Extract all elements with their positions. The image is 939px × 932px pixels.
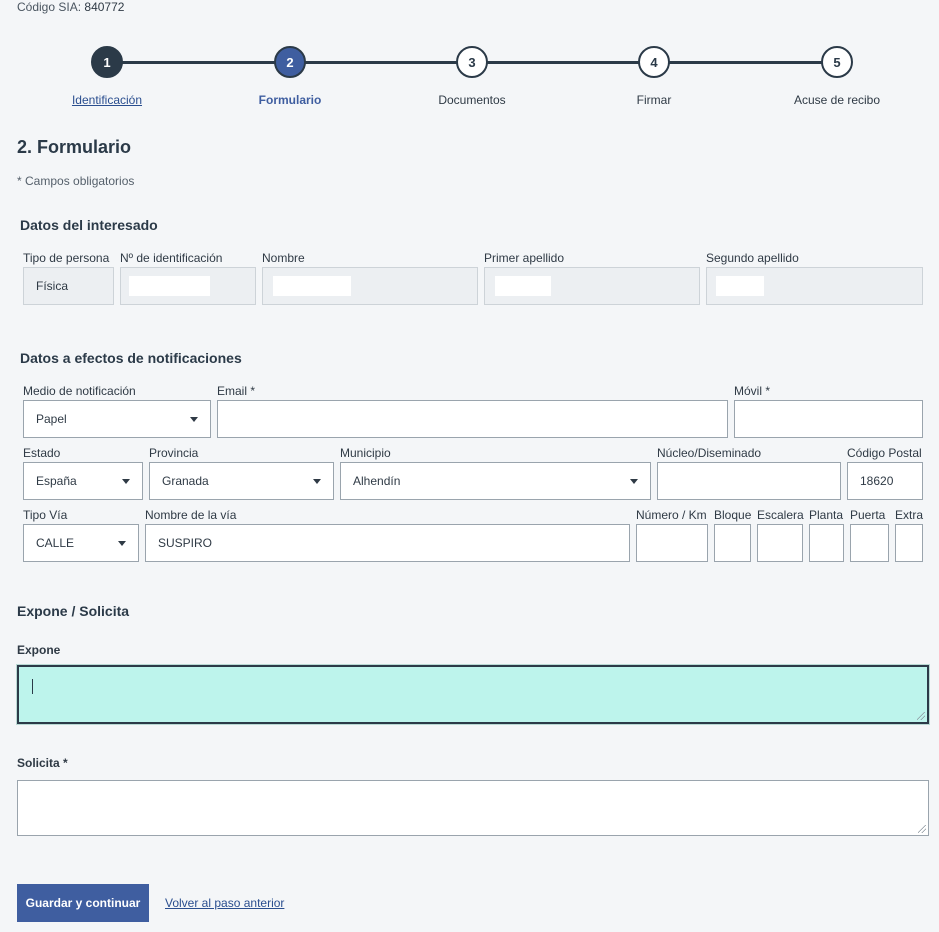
codigo-postal-label: Código Postal	[847, 446, 922, 460]
email-input[interactable]	[217, 400, 728, 438]
nombre-field	[262, 267, 478, 305]
step-2-label: Formulario	[258, 93, 322, 107]
tipo-via-select[interactable]: CALLE	[23, 524, 139, 562]
tipo-via-label: Tipo Vía	[23, 508, 68, 522]
planta-label: Planta	[809, 508, 844, 522]
email-label: Email *	[217, 384, 256, 398]
step-1-link[interactable]: Identificación	[27, 93, 187, 107]
back-link[interactable]: Volver al paso anterior	[165, 896, 284, 910]
nombre-via-value: SUSPIRO	[158, 536, 213, 550]
expone-textarea[interactable]	[17, 665, 929, 724]
redacted-block	[129, 276, 210, 296]
solicita-textarea[interactable]	[17, 780, 929, 836]
identificacion-label: Nº de identificación	[120, 251, 223, 265]
section-title-expone-solicita: Expone / Solicita	[17, 603, 130, 619]
section-title-notificaciones: Datos a efectos de notificaciones	[20, 350, 242, 366]
estado-select[interactable]: España	[23, 462, 143, 500]
municipio-select[interactable]: Alhendín	[340, 462, 651, 500]
municipio-value: Alhendín	[353, 474, 401, 488]
numero-label: Número / Km	[636, 508, 707, 522]
resize-handle-icon[interactable]	[918, 825, 926, 833]
caret-down-icon	[190, 417, 198, 422]
planta-input[interactable]	[809, 524, 844, 562]
stepper-line-done	[107, 61, 290, 64]
segundo-apellido-label: Segundo apellido	[706, 251, 799, 265]
expone-label: Expone	[17, 643, 61, 657]
primer-apellido-label: Primer apellido	[484, 251, 565, 265]
tipo-via-value: CALLE	[36, 536, 75, 550]
segundo-apellido-field	[706, 267, 923, 305]
medio-select[interactable]: Papel	[23, 400, 211, 438]
sia-label: Código SIA:	[17, 0, 82, 14]
required-note: * Campos obligatorios	[17, 174, 135, 188]
page-title: 2. Formulario	[17, 137, 132, 157]
resize-handle-icon[interactable]	[917, 712, 925, 720]
step-4-label: Firmar	[636, 93, 672, 107]
nucleo-label: Núcleo/Diseminado	[657, 446, 762, 460]
step-1-circle[interactable]: 1	[91, 46, 123, 78]
sia-value: 840772	[84, 0, 125, 14]
redacted-block	[716, 276, 764, 296]
redacted-block	[495, 276, 551, 296]
step-5-circle: 5	[821, 46, 853, 78]
nucleo-input[interactable]	[657, 462, 841, 500]
caret-down-icon	[630, 479, 638, 484]
extra-label: Extra	[895, 508, 924, 522]
step-4-circle: 4	[638, 46, 670, 78]
caret-down-icon	[118, 541, 126, 546]
primer-apellido-field	[484, 267, 700, 305]
escalera-input[interactable]	[757, 524, 803, 562]
nombre-via-label: Nombre de la vía	[145, 508, 237, 522]
redacted-block	[273, 276, 351, 296]
medio-value: Papel	[36, 412, 67, 426]
provincia-label: Provincia	[149, 446, 199, 460]
bloque-input[interactable]	[714, 524, 751, 562]
caret-down-icon	[122, 479, 130, 484]
tipo-persona-field: Física	[23, 267, 114, 305]
save-continue-button[interactable]: Guardar y continuar	[17, 884, 149, 922]
escalera-label: Escalera	[757, 508, 804, 522]
tipo-persona-value: Física	[36, 279, 69, 293]
sia-code: Código SIA: 840772	[17, 0, 124, 14]
caret-down-icon	[313, 479, 321, 484]
estado-label: Estado	[23, 446, 61, 460]
movil-input[interactable]	[734, 400, 923, 438]
puerta-label: Puerta	[850, 508, 886, 522]
puerta-input[interactable]	[850, 524, 889, 562]
step-2-circle: 2	[274, 46, 306, 78]
solicita-label: Solicita *	[17, 756, 68, 770]
tipo-persona-label: Tipo de persona	[23, 251, 110, 265]
text-cursor	[32, 679, 33, 694]
nombre-label: Nombre	[262, 251, 305, 265]
movil-label: Móvil *	[734, 384, 771, 398]
codigo-postal-value: 18620	[860, 474, 894, 488]
provincia-value: Granada	[162, 474, 209, 488]
extra-input[interactable]	[895, 524, 923, 562]
stepper-line-pending	[290, 61, 838, 64]
step-3-label: Documentos	[438, 93, 506, 107]
municipio-label: Municipio	[340, 446, 391, 460]
step-5-label: Acuse de recibo	[793, 93, 881, 107]
nombre-via-input[interactable]: SUSPIRO	[145, 524, 630, 562]
medio-label: Medio de notificación	[23, 384, 136, 398]
numero-input[interactable]	[636, 524, 708, 562]
bloque-label: Bloque	[714, 508, 752, 522]
estado-value: España	[36, 474, 77, 488]
codigo-postal-input[interactable]: 18620	[847, 462, 923, 500]
step-3-circle: 3	[456, 46, 488, 78]
identificacion-field	[120, 267, 256, 305]
section-title-interesado: Datos del interesado	[20, 217, 158, 233]
provincia-select[interactable]: Granada	[149, 462, 334, 500]
